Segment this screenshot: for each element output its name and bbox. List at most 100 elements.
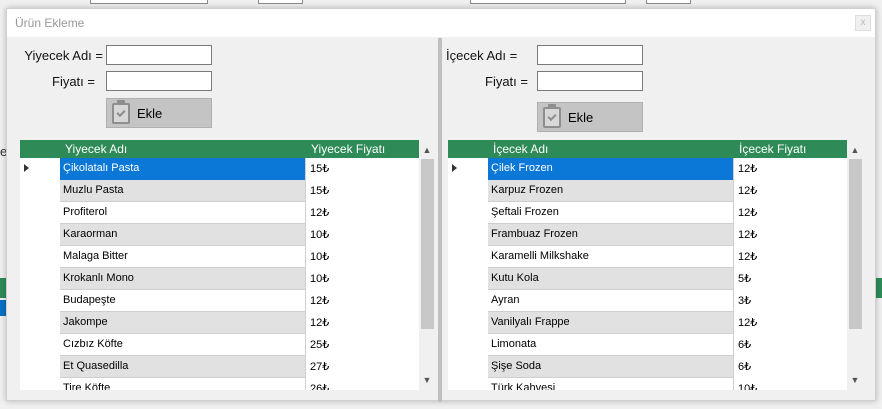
food-name-cell[interactable]: Karaorman bbox=[60, 224, 306, 246]
food-name-cell[interactable]: Muzlu Pasta bbox=[60, 180, 306, 202]
drink-price-cell[interactable]: 6₺ bbox=[734, 334, 847, 356]
drink-name-input[interactable] bbox=[537, 45, 643, 65]
food-price-cell[interactable]: 15₺ bbox=[306, 180, 419, 202]
food-name-cell[interactable]: Çikolatalı Pasta bbox=[60, 158, 306, 180]
food-name-cell[interactable]: Cızbız Köfte bbox=[60, 334, 306, 356]
food-name-cell[interactable]: Jakompe bbox=[60, 312, 306, 334]
table-row[interactable]: Muzlu Pasta 15₺ bbox=[60, 180, 419, 202]
drink-name-cell[interactable]: Vanilyalı Frappe bbox=[488, 312, 734, 334]
drink-add-button[interactable]: Ekle bbox=[537, 102, 643, 132]
scroll-thumb[interactable] bbox=[421, 159, 434, 329]
table-row[interactable]: Kutu Kola 5₺ bbox=[488, 268, 847, 290]
drink-grid-rows: Çilek Frozen 12₺ Karpuz Frozen 12₺ Şeftali F… bbox=[488, 158, 847, 390]
food-price-cell[interactable]: 10₺ bbox=[306, 224, 419, 246]
table-row[interactable]: Limonata 6₺ bbox=[488, 334, 847, 356]
food-price-cell[interactable]: 12₺ bbox=[306, 312, 419, 334]
table-row[interactable]: Karamelli Milkshake 12₺ bbox=[488, 246, 847, 268]
parent-field bbox=[258, 0, 303, 4]
drink-name-cell[interactable]: Frambuaz Frozen bbox=[488, 224, 734, 246]
food-name-cell[interactable]: Malaga Bitter bbox=[60, 246, 306, 268]
column-header-drink-name[interactable]: İçecek Adı bbox=[493, 142, 548, 156]
drink-price-cell[interactable]: 12₺ bbox=[734, 312, 847, 334]
drink-name-cell[interactable]: Şişe Soda bbox=[488, 356, 734, 378]
drink-price-cell[interactable]: 12₺ bbox=[734, 246, 847, 268]
food-price-cell[interactable]: 12₺ bbox=[306, 202, 419, 224]
table-row[interactable]: Jakompe 12₺ bbox=[60, 312, 419, 334]
food-name-input[interactable] bbox=[106, 45, 212, 65]
food-name-label: Yiyecek Adı = bbox=[24, 48, 103, 63]
food-add-button[interactable]: Ekle bbox=[106, 98, 212, 128]
title-bar[interactable]: Ürün Ekleme x bbox=[7, 9, 875, 37]
drink-price-cell[interactable]: 12₺ bbox=[734, 158, 847, 180]
drink-grid[interactable]: İçecek Adı İçecek Fiyatı Çilek Frozen 12₺… bbox=[448, 140, 863, 390]
parent-field bbox=[646, 0, 691, 4]
drink-name-label: İçecek Adı = bbox=[446, 48, 518, 63]
scroll-down-icon[interactable]: ▼ bbox=[419, 372, 435, 388]
table-row[interactable]: Et Quasedilla 27₺ bbox=[60, 356, 419, 378]
scroll-thumb[interactable] bbox=[849, 159, 862, 329]
food-name-cell[interactable]: Tire Köfte bbox=[60, 378, 306, 390]
drink-price-cell[interactable]: 12₺ bbox=[734, 180, 847, 202]
food-price-input[interactable] bbox=[106, 71, 212, 91]
food-add-label: Ekle bbox=[137, 106, 163, 121]
table-row[interactable]: Karaorman 10₺ bbox=[60, 224, 419, 246]
panel-splitter[interactable] bbox=[438, 38, 442, 402]
table-row[interactable]: Şişe Soda 6₺ bbox=[488, 356, 847, 378]
drink-name-cell[interactable]: Karamelli Milkshake bbox=[488, 246, 734, 268]
drink-price-cell[interactable]: 12₺ bbox=[734, 202, 847, 224]
table-row[interactable]: Frambuaz Frozen 12₺ bbox=[488, 224, 847, 246]
food-name-cell[interactable]: Krokanlı Mono bbox=[60, 268, 306, 290]
food-price-cell[interactable]: 12₺ bbox=[306, 290, 419, 312]
drink-price-cell[interactable]: 6₺ bbox=[734, 356, 847, 378]
drink-name-cell[interactable]: Çilek Frozen bbox=[488, 158, 734, 180]
drink-name-cell[interactable]: Türk Kahvesi bbox=[488, 378, 734, 390]
food-name-cell[interactable]: Profiterol bbox=[60, 202, 306, 224]
drink-name-cell[interactable]: Limonata bbox=[488, 334, 734, 356]
drink-name-cell[interactable]: Kutu Kola bbox=[488, 268, 734, 290]
table-row[interactable]: Cızbız Köfte 25₺ bbox=[60, 334, 419, 356]
drink-grid-scrollbar[interactable]: ▲ ▼ bbox=[847, 140, 863, 390]
table-row[interactable]: Budapeşte 12₺ bbox=[60, 290, 419, 312]
table-row[interactable]: Tire Köfte 26₺ bbox=[60, 378, 419, 390]
food-name-cell[interactable]: Et Quasedilla bbox=[60, 356, 306, 378]
scroll-up-icon[interactable]: ▲ bbox=[847, 142, 863, 158]
column-header-food-name[interactable]: Yiyecek Adı bbox=[65, 142, 127, 156]
food-grid[interactable]: Yiyecek Adı Yiyecek Fiyatı Çikolatalı Pa… bbox=[20, 140, 435, 390]
food-price-cell[interactable]: 15₺ bbox=[306, 158, 419, 180]
parent-window-bottom bbox=[0, 401, 882, 409]
drink-name-cell[interactable]: Şeftali Frozen bbox=[488, 202, 734, 224]
table-row[interactable]: Profiterol 12₺ bbox=[60, 202, 419, 224]
drink-add-label: Ekle bbox=[568, 110, 594, 125]
drink-price-cell[interactable]: 5₺ bbox=[734, 268, 847, 290]
row-header-column bbox=[448, 158, 488, 390]
column-header-drink-price[interactable]: İçecek Fiyatı bbox=[739, 142, 806, 156]
food-price-cell[interactable]: 25₺ bbox=[306, 334, 419, 356]
drink-price-cell[interactable]: 10₺ bbox=[734, 378, 847, 390]
scroll-down-icon[interactable]: ▼ bbox=[847, 372, 863, 388]
table-row[interactable]: Çilek Frozen 12₺ bbox=[488, 158, 847, 180]
table-row[interactable]: Karpuz Frozen 12₺ bbox=[488, 180, 847, 202]
drink-price-label: Fiyatı = bbox=[485, 74, 528, 89]
column-header-food-price[interactable]: Yiyecek Fiyatı bbox=[311, 142, 385, 156]
drink-price-cell[interactable]: 3₺ bbox=[734, 290, 847, 312]
row-header-column bbox=[20, 158, 60, 390]
table-row[interactable]: Vanilyalı Frappe 12₺ bbox=[488, 312, 847, 334]
table-row[interactable]: Şeftali Frozen 12₺ bbox=[488, 202, 847, 224]
food-grid-scrollbar[interactable]: ▲ ▼ bbox=[419, 140, 435, 390]
close-button[interactable]: x bbox=[855, 15, 871, 31]
food-price-cell[interactable]: 10₺ bbox=[306, 246, 419, 268]
food-name-cell[interactable]: Budapeşte bbox=[60, 290, 306, 312]
drink-name-cell[interactable]: Ayran bbox=[488, 290, 734, 312]
table-row[interactable]: Ayran 3₺ bbox=[488, 290, 847, 312]
table-row[interactable]: Krokanlı Mono 10₺ bbox=[60, 268, 419, 290]
table-row[interactable]: Türk Kahvesi 10₺ bbox=[488, 378, 847, 390]
scroll-up-icon[interactable]: ▲ bbox=[419, 142, 435, 158]
drink-name-cell[interactable]: Karpuz Frozen bbox=[488, 180, 734, 202]
food-price-cell[interactable]: 27₺ bbox=[306, 356, 419, 378]
food-price-cell[interactable]: 26₺ bbox=[306, 378, 419, 390]
table-row[interactable]: Çikolatalı Pasta 15₺ bbox=[60, 158, 419, 180]
food-price-cell[interactable]: 10₺ bbox=[306, 268, 419, 290]
drink-price-cell[interactable]: 12₺ bbox=[734, 224, 847, 246]
table-row[interactable]: Malaga Bitter 10₺ bbox=[60, 246, 419, 268]
drink-price-input[interactable] bbox=[537, 71, 643, 91]
